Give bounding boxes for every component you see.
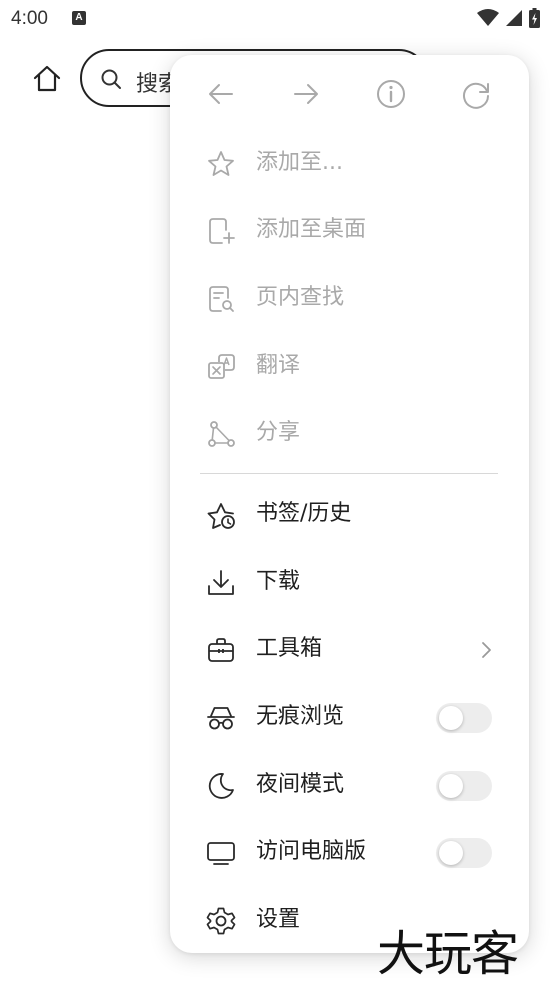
menu-nav-row	[170, 67, 529, 119]
search-icon	[101, 69, 121, 89]
menu-item-add-to-home[interactable]: 添加至桌面	[170, 202, 529, 258]
menu-item-label: 夜间模式	[256, 772, 345, 797]
menu-item-translate[interactable]: 翻译	[170, 338, 529, 394]
status-time: 4:00	[11, 8, 48, 29]
share-icon	[208, 421, 235, 447]
arrow-right-icon[interactable]	[291, 79, 321, 109]
moon-icon	[208, 773, 234, 799]
home-icon[interactable]	[32, 63, 62, 93]
status-icons	[477, 8, 540, 28]
menu-item-label: 添加至...	[256, 150, 343, 175]
signal-icon	[506, 10, 522, 26]
incognito-icon	[207, 707, 235, 730]
menu-item-label: 页内查找	[256, 285, 345, 310]
menu-item-downloads[interactable]: 下载	[170, 554, 529, 610]
toggle-knob	[439, 706, 463, 730]
incognito-toggle[interactable]	[436, 703, 492, 733]
info-icon[interactable]	[376, 79, 406, 109]
menu-item-label: 无痕浏览	[256, 704, 345, 729]
menu-item-add-to[interactable]: 添加至...	[170, 135, 529, 191]
toggle-knob	[439, 841, 463, 865]
add-to-home-icon	[209, 218, 235, 244]
gear-icon	[206, 907, 236, 935]
menu-item-desktop-site[interactable]: 访问电脑版	[170, 824, 529, 880]
menu-item-label: 设置	[256, 907, 301, 932]
menu-item-bookmarks-history[interactable]: 书签/历史	[170, 486, 529, 542]
menu-divider	[200, 473, 498, 474]
status-bar: 4:00 A	[0, 0, 554, 38]
menu-item-label: 翻译	[256, 353, 301, 378]
menu-item-label: 访问电脑版	[256, 839, 367, 864]
menu-item-label: 添加至桌面	[256, 217, 367, 242]
download-icon	[208, 570, 234, 595]
menu-item-incognito[interactable]: 无痕浏览	[170, 689, 529, 745]
a-notification-icon: A	[72, 11, 86, 25]
menu-item-find-in-page[interactable]: 页内查找	[170, 270, 529, 326]
menu-item-label: 书签/历史	[256, 501, 352, 526]
overflow-menu: 添加至... 添加至桌面 页内查找 翻译 分享 书签/历史 下载 工具箱 无痕浏…	[170, 55, 529, 953]
menu-item-label: 下载	[256, 569, 301, 594]
menu-item-share[interactable]: 分享	[170, 405, 529, 461]
desktop-site-toggle[interactable]	[436, 838, 492, 868]
desktop-icon	[207, 842, 235, 865]
toggle-knob	[439, 774, 463, 798]
menu-item-night-mode[interactable]: 夜间模式	[170, 757, 529, 813]
bookmark-history-icon	[207, 503, 235, 529]
menu-item-label: 分享	[256, 420, 301, 445]
find-in-page-icon	[209, 286, 234, 312]
refresh-icon[interactable]	[461, 79, 491, 109]
menu-item-toolbox[interactable]: 工具箱	[170, 621, 529, 677]
chevron-right-icon	[482, 642, 491, 658]
arrow-left-icon[interactable]	[206, 79, 236, 109]
translate-icon	[208, 354, 235, 379]
watermark-logo: 大玩客	[377, 926, 519, 982]
star-icon	[208, 151, 234, 176]
battery-icon	[529, 8, 540, 28]
wifi-icon	[477, 9, 499, 26]
toolbox-icon	[208, 638, 234, 662]
menu-item-label: 工具箱	[256, 636, 323, 661]
night-mode-toggle[interactable]	[436, 771, 492, 801]
